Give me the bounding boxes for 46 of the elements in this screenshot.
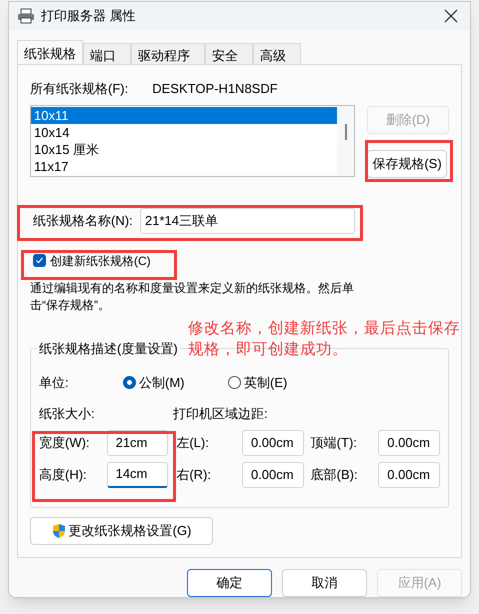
dialog-button[interactable]: 确定 — [187, 569, 272, 597]
text-field[interactable]: 0.00cm — [378, 462, 440, 488]
tab[interactable]: 驱动程序 — [131, 43, 205, 65]
text-field[interactable]: 0.00cm — [242, 430, 304, 456]
list-item[interactable]: 10x11 — [31, 106, 337, 124]
paper-forms-list[interactable]: 10x11 10x14 10x15 厘米 11x17 — [30, 104, 355, 176]
tab[interactable]: 端口 — [83, 43, 131, 65]
field-label: 底部(B): — [310, 466, 359, 484]
text-field[interactable]: 0.00cm — [378, 430, 440, 456]
tab[interactable]: 高级 — [253, 43, 301, 65]
radio-button[interactable] — [228, 376, 241, 389]
checkbox-label[interactable]: 创建新纸张规格(C) — [50, 252, 151, 270]
change-settings-button[interactable]: 更改纸张规格设置(G) — [30, 516, 213, 544]
annotation-text: 修改名称，创建新纸张，最后点击保存规格，即可创建成功。 — [188, 319, 461, 360]
close-icon[interactable] — [444, 9, 458, 23]
tab[interactable]: 纸张规格 — [17, 40, 83, 65]
tab[interactable]: 安全 — [205, 43, 253, 65]
field-label: 打印机区域边距: — [173, 405, 268, 423]
server-name: DESKTOP-H1N8SDF — [152, 80, 278, 98]
list-item[interactable]: 10x15 厘米 — [31, 140, 337, 158]
check-icon — [35, 256, 44, 265]
field-label: 右(R): — [176, 466, 212, 484]
shield-icon — [52, 522, 66, 538]
form-name-field[interactable]: 21*14三联单 — [140, 208, 355, 234]
radio-button[interactable] — [123, 376, 136, 389]
field-label: 左(L): — [176, 434, 210, 452]
save-form-button[interactable]: 保存规格(S) — [367, 150, 447, 178]
field-label: 高度(H): — [39, 466, 88, 484]
description-text: 通过编辑现有的名称和度量设置来定义新的纸张规格。然后单击“保存规格”。 — [30, 280, 355, 314]
radio-label[interactable]: 公制(M) — [139, 372, 184, 392]
field-label: 宽度(W): — [39, 434, 91, 452]
list-item[interactable]: 10x14 — [31, 124, 337, 140]
checkbox[interactable] — [33, 254, 46, 267]
text-field[interactable]: 14cm — [106, 462, 168, 488]
text-field[interactable]: 0.00cm — [242, 462, 304, 488]
field-label: 单位: — [39, 374, 70, 392]
printer-icon — [17, 8, 35, 24]
dialog-button[interactable]: 取消 — [282, 569, 367, 597]
field-label: 顶端(T): — [310, 434, 358, 452]
list-item[interactable]: 11x17 — [31, 158, 337, 174]
field-label: 纸张规格名称(N): — [33, 212, 134, 230]
window-title: 打印服务器 属性 — [41, 7, 137, 26]
field-label: 所有纸张规格(F): — [30, 80, 128, 98]
field-label: 纸张大小: — [39, 405, 96, 423]
radio-label[interactable]: 英制(E) — [244, 372, 288, 392]
scrollbar[interactable] — [337, 106, 354, 176]
